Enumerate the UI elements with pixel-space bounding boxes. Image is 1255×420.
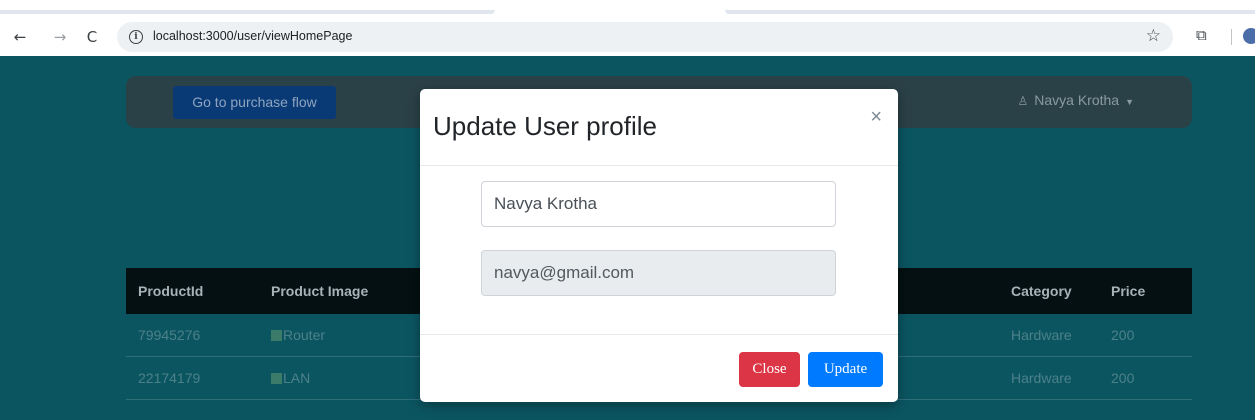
forward-icon[interactable]: → xyxy=(50,27,70,47)
cell-price: 200 xyxy=(1111,314,1192,357)
bookmark-star-icon[interactable]: ☆ xyxy=(1146,26,1161,46)
header-price: Price xyxy=(1111,283,1146,299)
profile-avatar[interactable] xyxy=(1243,28,1255,44)
header-category: Category xyxy=(1011,283,1072,299)
tab-strip-right xyxy=(725,10,1255,14)
broken-image-icon xyxy=(271,330,282,341)
close-icon[interactable]: × xyxy=(870,107,882,127)
tab-strip-left xyxy=(0,10,495,14)
modal-title: Update User profile xyxy=(433,111,657,141)
modal-header: Update User profile × xyxy=(420,89,898,166)
name-input[interactable] xyxy=(481,181,836,227)
broken-image-icon xyxy=(271,373,282,384)
update-profile-modal: Update User profile × Close Update xyxy=(420,89,898,402)
url-text[interactable]: localhost:3000/user/viewHomePage xyxy=(153,29,352,43)
update-button[interactable]: Update xyxy=(808,352,883,387)
cell-productid: 79945276 xyxy=(126,314,271,357)
purchase-flow-button[interactable]: Go to purchase flow xyxy=(173,86,336,119)
site-info-icon[interactable]: i xyxy=(129,30,143,44)
caret-down-icon: ▼ xyxy=(1125,97,1134,107)
user-name: Navya Krotha xyxy=(1034,92,1120,108)
reload-icon[interactable]: C xyxy=(82,27,102,47)
browser-chrome: ← → C i localhost:3000/user/viewHomePage… xyxy=(0,0,1255,56)
header-productid: ProductId xyxy=(138,283,204,299)
extensions-icon[interactable]: ⧉ xyxy=(1196,27,1212,43)
address-bar[interactable]: i localhost:3000/user/viewHomePage ☆ xyxy=(117,22,1173,52)
cell-category: Hardware xyxy=(1011,356,1111,400)
image-alt-text: LAN xyxy=(283,370,311,386)
toolbar-separator xyxy=(1231,29,1232,45)
user-menu[interactable]: ♙ Navya Krotha ▼ xyxy=(1017,92,1134,108)
user-icon: ♙ xyxy=(1017,94,1029,108)
modal-footer: Close Update xyxy=(420,334,898,403)
cell-category: Hardware xyxy=(1011,314,1111,357)
image-alt-text: Router xyxy=(283,327,326,343)
back-icon[interactable]: ← xyxy=(10,27,30,47)
email-field[interactable] xyxy=(481,250,836,296)
cell-productid: 22174179 xyxy=(126,356,271,400)
close-button[interactable]: Close xyxy=(739,352,800,387)
cell-price: 200 xyxy=(1111,356,1192,400)
